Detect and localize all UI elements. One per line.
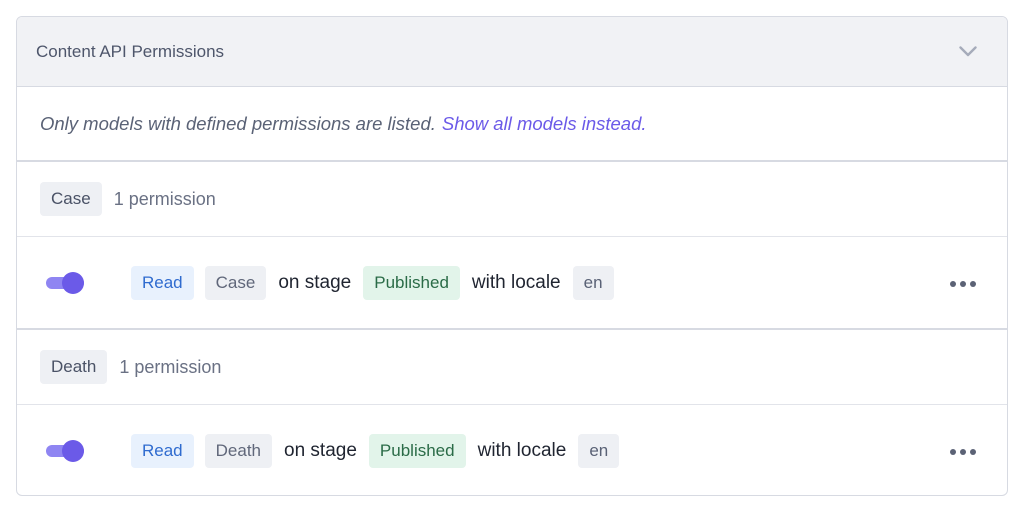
permission-count: 1 permission — [113, 188, 216, 209]
notice-text: Only models with defined permissions are… — [40, 112, 436, 134]
model-chip: Case — [204, 266, 267, 300]
on-stage-text: on stage — [284, 440, 357, 461]
permissions-panel: Content API Permissions Only models with… — [16, 16, 1008, 496]
with-locale-text: with locale — [477, 440, 567, 461]
permission-row: Read Case on stage Published with locale… — [17, 237, 1007, 330]
stage-chip: Published — [363, 266, 460, 300]
permission-count: 1 permission — [119, 356, 222, 377]
show-all-models-link[interactable]: Show all models instead. — [442, 113, 647, 135]
action-chip: Read — [131, 266, 194, 300]
permission-toggle[interactable] — [46, 272, 86, 294]
model-group-header: Case 1 permission — [17, 162, 1007, 237]
stage-chip: Published — [368, 434, 466, 468]
model-tag: Case — [40, 182, 102, 216]
with-locale-text: with locale — [471, 272, 561, 293]
locale-chip: en — [578, 434, 620, 468]
models-notice: Only models with defined permissions are… — [17, 87, 1007, 162]
model-group-header: Death 1 permission — [17, 330, 1007, 405]
action-chip: Read — [131, 434, 194, 468]
more-horizontal-icon[interactable] — [950, 281, 976, 287]
model-tag: Death — [40, 350, 108, 384]
chevron-down-icon[interactable] — [959, 46, 977, 57]
permission-summary: Read Case on stage Published with locale… — [131, 266, 614, 300]
model-chip: Death — [204, 434, 273, 468]
panel-title: Content API Permissions — [36, 41, 225, 61]
permission-row: Read Death on stage Published with local… — [17, 405, 1007, 495]
permission-summary: Read Death on stage Published with local… — [131, 434, 620, 468]
toggle-knob — [62, 272, 84, 294]
more-horizontal-icon[interactable] — [950, 449, 976, 455]
permission-toggle[interactable] — [46, 440, 86, 462]
panel-header[interactable]: Content API Permissions — [17, 17, 1007, 87]
locale-chip: en — [572, 266, 614, 300]
on-stage-text: on stage — [278, 272, 352, 293]
toggle-knob — [62, 440, 84, 462]
